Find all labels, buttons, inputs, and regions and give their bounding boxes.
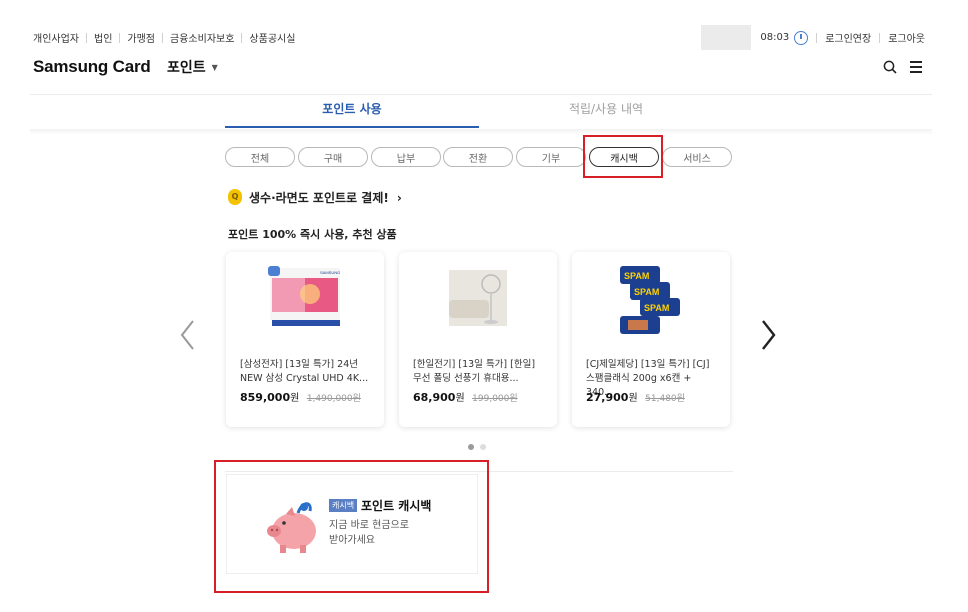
product-card[interactable]: SPAM SPAM SPAM [CJ제일제당] [13일 특가] [CJ] 스팸… — [572, 252, 730, 427]
divider — [86, 32, 87, 43]
logout-button[interactable]: 로그아웃 — [888, 30, 925, 45]
divider — [816, 32, 818, 43]
utility-nav-left: 개인사업자 법인 가맹점 금융소비자보호 상품공시실 — [33, 30, 295, 45]
link-individual-business[interactable]: 개인사업자 — [33, 30, 79, 45]
currency-unit: 원 — [628, 393, 638, 404]
original-price: 199,000원 — [472, 394, 518, 404]
clock-icon — [794, 30, 809, 45]
section-title: 포인트 — [167, 60, 206, 76]
pagination-dot[interactable] — [480, 444, 486, 450]
price-row: 859,000원 1,490,000원 — [240, 389, 361, 404]
currency-unit: 원 — [455, 393, 465, 404]
sale-price: 859,000 — [240, 391, 291, 404]
session-timer: 08:03 — [760, 32, 790, 43]
carousel-pagination — [468, 444, 486, 450]
recommend-title: 포인트 100% 즉시 사용, 추천 상품 — [228, 228, 397, 241]
pagination-dot-active[interactable] — [468, 444, 474, 450]
tv-product-image: SAMSUNG — [268, 266, 340, 326]
link-consumer-protection[interactable]: 금융소비자보호 — [170, 30, 234, 45]
brand-logo[interactable]: Samsung Card — [33, 57, 151, 77]
original-price: 1,490,000원 — [306, 394, 361, 404]
carousel-next-icon[interactable] — [757, 318, 779, 352]
masked-user-info — [701, 25, 752, 50]
spam-label: SPAM — [634, 287, 659, 297]
promo-text: 생수·라면도 포인트로 결제! — [249, 191, 389, 205]
currency-unit: 원 — [290, 393, 300, 404]
product-card[interactable]: [한일전기] [13일 특가] [한일] 무선 폴딩 선풍기 휴대용... 68… — [399, 252, 557, 427]
filter-chip-donate[interactable]: 기부 — [516, 147, 586, 167]
spam-product-image: SPAM SPAM SPAM — [620, 266, 680, 334]
filter-chip-all[interactable]: 전체 — [225, 147, 295, 167]
product-card[interactable]: SAMSUNG [삼성전자] [13일 특가] 24년 NEW 삼성 Cryst… — [226, 252, 384, 427]
filter-chip-service[interactable]: 서비스 — [662, 147, 732, 167]
carousel-prev-icon[interactable] — [177, 318, 199, 352]
promo-link[interactable]: 생수·라면도 포인트로 결제! › — [249, 189, 402, 206]
tab-shadow — [30, 129, 932, 135]
search-icon[interactable] — [883, 60, 897, 74]
spam-label: SPAM — [644, 303, 669, 313]
header-divider — [30, 94, 932, 95]
product-name: [삼성전자] [13일 특가] 24년 NEW 삼성 Crystal UHD 4… — [240, 359, 369, 384]
section-dropdown[interactable]: 포인트 ▼ — [167, 57, 218, 77]
caret-down-icon: ▼ — [211, 62, 218, 72]
filter-chip-convert[interactable]: 전환 — [443, 147, 513, 167]
price-row: 68,900원 199,000원 — [413, 389, 518, 404]
hamburger-menu-icon[interactable] — [910, 61, 922, 73]
utility-nav-right: 08:03 로그인연장 로그아웃 — [701, 25, 925, 50]
tab-point-use[interactable]: 포인트 사용 — [225, 100, 479, 128]
coin-icon: Q — [228, 189, 242, 205]
highlight-box-cashback-card — [214, 460, 489, 593]
extend-login-button[interactable]: 로그인연장 — [825, 30, 871, 45]
highlight-box-cashback-filter — [583, 135, 663, 178]
filter-chip-payment[interactable]: 납부 — [371, 147, 441, 167]
fan-product-image — [449, 270, 507, 326]
sale-price: 68,900 — [413, 391, 456, 404]
original-price: 51,480원 — [645, 394, 685, 404]
divider — [879, 32, 881, 43]
link-merchant[interactable]: 가맹점 — [127, 30, 155, 45]
chevron-right-icon: › — [396, 190, 402, 205]
sale-price: 27,900 — [586, 391, 629, 404]
link-product-disclosure[interactable]: 상품공시실 — [249, 30, 295, 45]
tab-point-history[interactable]: 적립/사용 내역 — [479, 100, 733, 128]
spam-label: SPAM — [624, 271, 649, 281]
link-corporate[interactable]: 법인 — [94, 30, 112, 45]
product-name: [한일전기] [13일 특가] [한일] 무선 폴딩 선풍기 휴대용... — [413, 359, 536, 384]
filter-chip-purchase[interactable]: 구매 — [298, 147, 368, 167]
divider — [241, 32, 243, 43]
divider — [119, 32, 121, 43]
divider — [162, 32, 164, 43]
tv-brand-mark: SAMSUNG — [320, 270, 340, 275]
price-row: 27,900원 51,480원 — [586, 389, 685, 404]
